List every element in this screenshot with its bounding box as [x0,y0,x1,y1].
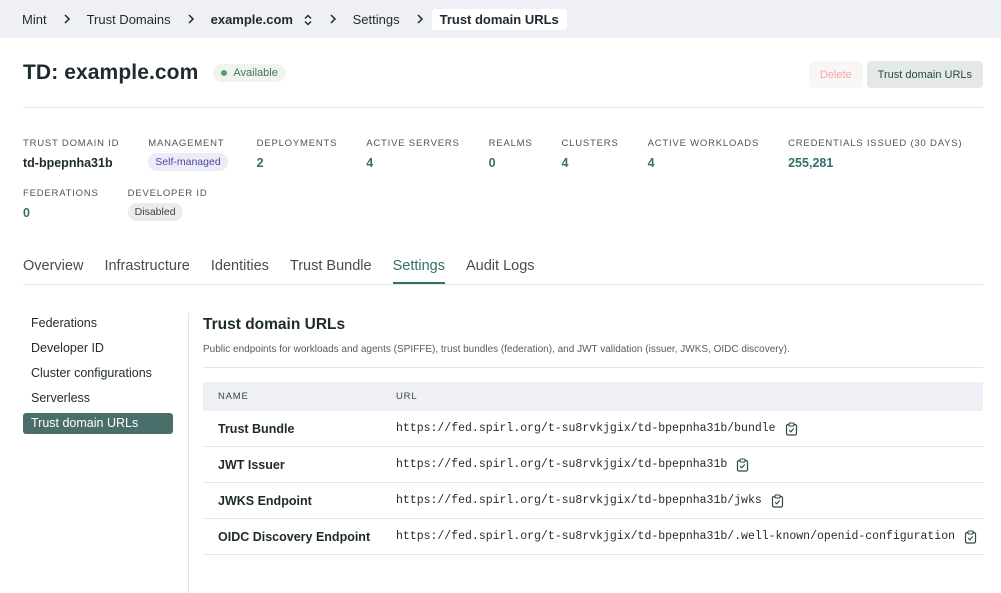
tab-identities[interactable]: Identities [211,258,269,284]
page-header: TD: example.com Available Delete Trust d… [23,58,983,108]
table-row: JWT Issuer https://fed.spirl.org/t-su8rv… [203,447,983,483]
clipboard-copy-icon[interactable] [964,529,977,544]
clipboard-copy-icon[interactable] [771,493,784,508]
stat-management: MANAGEMENT Self-managed [148,138,228,171]
breadcrumb-current: Trust domain URLs [431,8,567,30]
column-header-url: URL [396,391,418,402]
stat-developer-id: DEVELOPER ID Disabled [127,188,208,221]
stat-label: FEDERATIONS [23,188,99,199]
stats-panel: TRUST DOMAIN ID td-bpepnha31b MANAGEMENT… [23,138,991,221]
stat-label: ACTIVE WORKLOADS [647,138,760,149]
table-header: NAME URL [203,382,983,411]
breadcrumb-domain-label: example.com [210,11,293,27]
stat-label: CLUSTERS [561,138,619,149]
clipboard-copy-icon[interactable] [736,457,749,472]
section-divider [203,367,983,368]
stat-realms: REALMS 0 [489,138,533,171]
stat-value[interactable]: 255,281 [788,156,962,170]
stat-value[interactable]: 4 [366,156,459,170]
stats-row-1: TRUST DOMAIN ID td-bpepnha31b MANAGEMENT… [23,138,991,171]
section-title: Trust domain URLs [203,316,346,333]
breadcrumb-mint[interactable]: Mint [14,9,55,30]
row-name: Trust Bundle [218,421,295,436]
status-label: Available [233,67,278,79]
row-url: https://fed.spirl.org/t-su8rvkjgix/td-bp… [396,422,776,435]
top-bar: Mint Trust Domains example.com Settings … [0,0,1001,38]
sidenav-item-trust-domain-urls[interactable]: Trust domain URLs [23,413,173,434]
settings-sidenav: Federations Developer ID Cluster configu… [23,313,173,438]
status-badge: Available [213,64,286,82]
tab-settings[interactable]: Settings [392,258,445,284]
column-header-name: NAME [218,391,249,402]
row-url-cell: https://fed.spirl.org/t-su8rvkjgix/td-bp… [396,529,983,544]
sidenav-item-serverless[interactable]: Serverless [23,388,173,409]
breadcrumb-trust-domains[interactable]: Trust Domains [79,9,179,30]
tab-bar: Overview Infrastructure Identities Trust… [23,258,983,285]
row-url: https://fed.spirl.org/t-su8rvkjgix/td-bp… [396,530,955,543]
breadcrumb-domain-switcher[interactable]: example.com [203,9,321,30]
developer-id-badge: Disabled [127,203,183,221]
row-url-cell: https://fed.spirl.org/t-su8rvkjgix/td-bp… [396,493,983,508]
table-row: JWKS Endpoint https://fed.spirl.org/t-su… [203,483,983,519]
delete-button[interactable]: Delete [808,61,863,88]
row-name: JWKS Endpoint [218,493,312,508]
management-badge: Self-managed [148,153,228,171]
chevron-right-icon [179,14,203,24]
tab-trust-bundle[interactable]: Trust Bundle [290,258,372,284]
stats-row-2: FEDERATIONS 0 DEVELOPER ID Disabled [23,188,991,221]
stat-value[interactable]: 0 [489,156,533,170]
stat-value[interactable]: 0 [23,206,99,220]
row-url: https://fed.spirl.org/t-su8rvkjgix/td-bp… [396,494,762,507]
stat-deployments: DEPLOYMENTS 2 [257,138,338,171]
stat-active-servers: ACTIVE SERVERS 4 [366,138,459,171]
row-url-cell: https://fed.spirl.org/t-su8rvkjgix/td-bp… [396,457,983,472]
stat-label: CREDENTIALS ISSUED (30 DAYS) [788,138,963,149]
stat-trust-domain-id: TRUST DOMAIN ID td-bpepnha31b [23,138,119,171]
tab-audit-logs[interactable]: Audit Logs [466,258,535,284]
breadcrumb: Mint Trust Domains example.com Settings … [14,8,567,30]
stat-label: ACTIVE SERVERS [366,138,460,149]
chevron-right-icon [55,14,79,24]
stat-label: DEVELOPER ID [127,188,208,199]
stat-value[interactable]: 4 [562,156,619,170]
tab-infrastructure[interactable]: Infrastructure [104,258,189,284]
urls-table: NAME URL Trust Bundle https://fed.spirl.… [203,382,983,555]
breadcrumb-settings[interactable]: Settings [345,9,408,30]
sidenav-item-federations[interactable]: Federations [23,313,173,334]
settings-content: Trust domain URLs Public endpoints for w… [203,316,983,555]
stat-label: DEPLOYMENTS [256,138,338,149]
stat-label: TRUST DOMAIN ID [23,138,120,149]
stat-clusters: CLUSTERS 4 [562,138,619,171]
row-url: https://fed.spirl.org/t-su8rvkjgix/td-bp… [396,458,728,471]
chevron-up-down-icon [297,12,313,27]
header-actions: Delete Trust domain URLs [808,61,983,88]
row-name: OIDC Discovery Endpoint [218,529,371,544]
stat-active-workloads: ACTIVE WORKLOADS 4 [648,138,760,171]
stat-label: MANAGEMENT [148,138,225,149]
stat-label: REALMS [488,138,533,149]
stat-value[interactable]: 2 [257,156,338,170]
stat-credentials-issued: CREDENTIALS ISSUED (30 DAYS) 255,281 [788,138,962,171]
stat-value: td-bpepnha31b [23,156,113,170]
status-dot-icon [221,70,228,76]
stat-value[interactable]: 4 [648,156,760,170]
sidenav-divider [188,313,189,593]
trust-domain-urls-button[interactable]: Trust domain URLs [866,61,983,88]
sidenav-item-developer-id[interactable]: Developer ID [23,338,173,359]
title-wrap: TD: example.com Available [23,61,286,85]
page-title: TD: example.com [23,61,199,84]
table-row: OIDC Discovery Endpoint https://fed.spir… [203,519,983,555]
sidenav-item-cluster-configurations[interactable]: Cluster configurations [23,363,173,384]
row-url-cell: https://fed.spirl.org/t-su8rvkjgix/td-bp… [396,421,983,436]
table-row: Trust Bundle https://fed.spirl.org/t-su8… [203,411,983,447]
chevron-right-icon [408,14,432,24]
stat-federations: FEDERATIONS 0 [23,188,99,221]
tab-overview[interactable]: Overview [23,258,83,284]
row-name: JWT Issuer [218,457,285,472]
clipboard-copy-icon[interactable] [785,421,798,436]
chevron-right-icon [321,14,345,24]
section-description: Public endpoints for workloads and agent… [203,344,790,355]
